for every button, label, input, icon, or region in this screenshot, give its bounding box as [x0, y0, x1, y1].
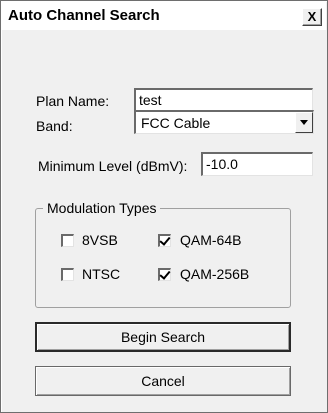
band-label: Band: [36, 118, 73, 134]
checkbox-ntsc[interactable] [61, 268, 74, 281]
cancel-button[interactable]: Cancel [35, 366, 291, 396]
checkbox-qam-64b-label: QAM-64B [180, 232, 242, 248]
checkbox-qam-256b-label: QAM-256B [180, 266, 250, 282]
checkbox-qam-256b[interactable] [158, 268, 171, 281]
checkbox-ntsc-label: NTSC [82, 266, 121, 282]
plan-name-input[interactable]: test [134, 88, 313, 112]
title-bar: Auto Channel Search X [2, 2, 326, 30]
minimum-level-label: Minimum Level (dBmV): [38, 158, 188, 174]
band-select[interactable]: FCC Cable [134, 110, 314, 134]
begin-search-button[interactable]: Begin Search [35, 322, 291, 352]
close-icon: X [307, 9, 317, 24]
minimum-level-input[interactable]: -10.0 [201, 152, 313, 176]
auto-channel-search-dialog: Auto Channel Search X Plan Name: test Ba… [0, 0, 328, 413]
chevron-down-icon[interactable] [295, 112, 313, 133]
window-title: Auto Channel Search [8, 7, 160, 24]
checkbox-qam-64b[interactable] [158, 234, 171, 247]
modulation-types-group [35, 208, 291, 308]
close-button[interactable]: X [302, 8, 322, 26]
modulation-types-title: Modulation Types [43, 200, 161, 216]
checkbox-8vsb[interactable] [61, 234, 74, 247]
band-select-value: FCC Cable [141, 115, 211, 131]
plan-name-label: Plan Name: [36, 93, 110, 109]
checkbox-8vsb-label: 8VSB [82, 232, 118, 248]
